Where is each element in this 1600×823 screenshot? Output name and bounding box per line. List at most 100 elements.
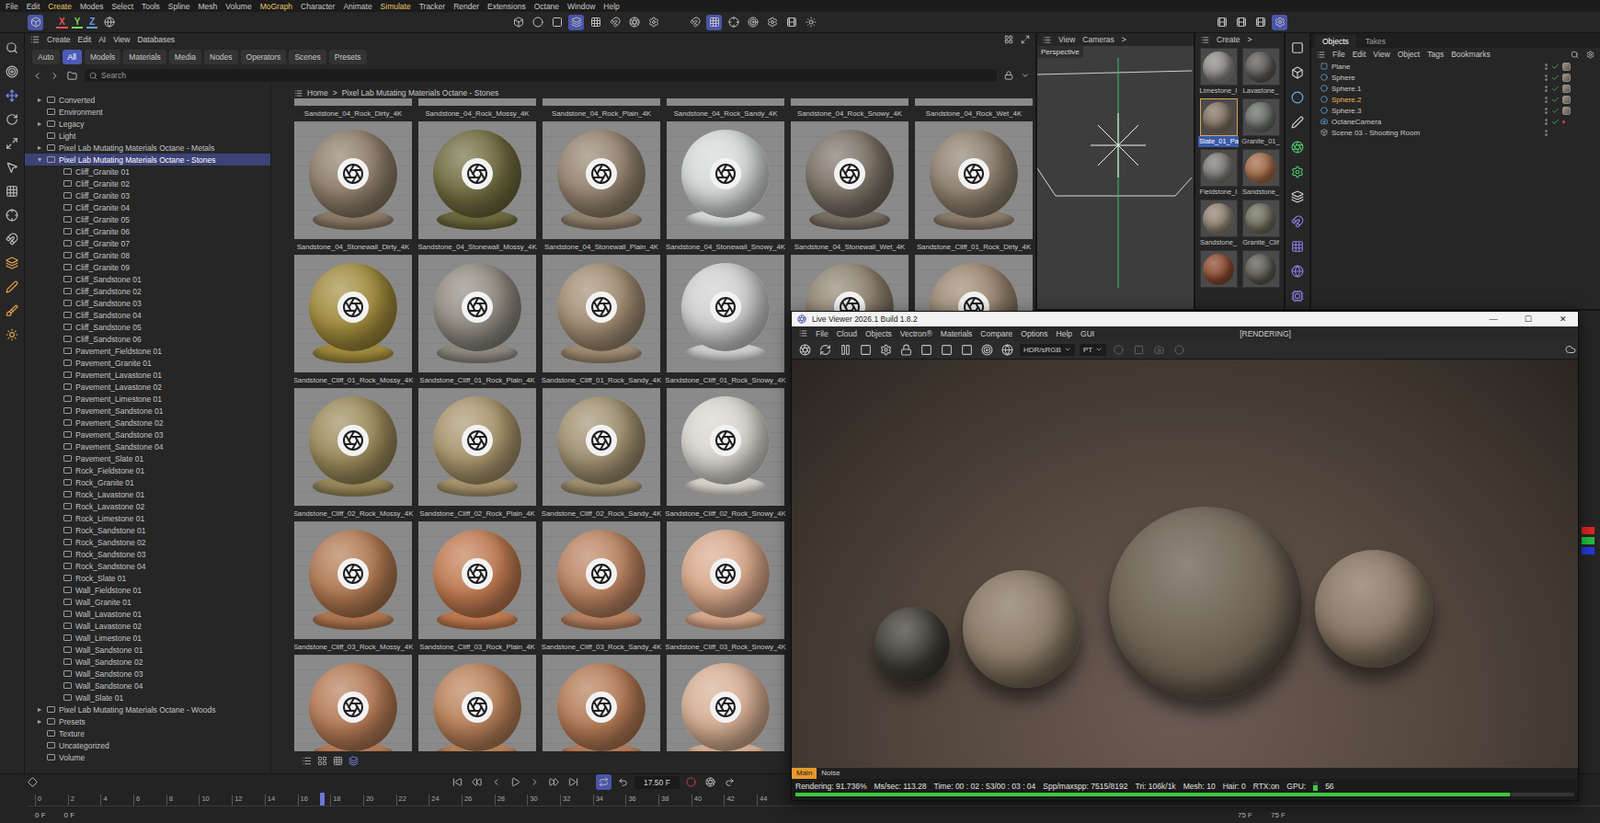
tool-icon[interactable] <box>513 16 525 28</box>
transport-icon[interactable] <box>568 777 579 788</box>
tree-item[interactable]: Wall_Granite 01 <box>24 595 271 608</box>
asset-card[interactable]: Sandstone_Cliff_01_Rock_Mossy_4K <box>294 254 412 389</box>
snap-icon[interactable] <box>689 16 701 28</box>
camera-tag-dot[interactable] <box>1562 120 1566 124</box>
tool-icon[interactable] <box>609 16 621 28</box>
menu-item[interactable]: Options <box>1020 329 1048 339</box>
auto-key-button[interactable] <box>702 774 719 790</box>
menu-item[interactable]: Edit <box>26 1 41 12</box>
tree-item[interactable]: Pavement_Granite 01 <box>24 356 271 369</box>
menu-item[interactable]: Bookmarks <box>1451 49 1491 59</box>
lock-icon[interactable] <box>1004 70 1014 80</box>
viewport-canvas[interactable]: Perspective <box>1037 45 1194 309</box>
menu-item[interactable]: AI <box>98 34 106 45</box>
tree-item[interactable]: Texture <box>24 727 271 740</box>
tool-button[interactable] <box>2 134 22 153</box>
transport-button[interactable] <box>488 774 504 790</box>
transport-button[interactable] <box>507 774 524 790</box>
viewer-tool-button[interactable] <box>1171 342 1188 358</box>
viewer-tool-icon[interactable] <box>1001 343 1014 356</box>
asset-card[interactable]: Sandstone_Cliff_01_Rock_Dirty_4K <box>914 121 1033 255</box>
snap-icon[interactable] <box>728 16 740 28</box>
tool-button[interactable] <box>2 62 22 81</box>
asset-card[interactable]: Sandstone_04_Rock_Plain_4K <box>542 98 661 122</box>
create-icon[interactable] <box>1291 240 1304 253</box>
tool-icon[interactable] <box>5 160 19 174</box>
menu-item[interactable]: > <box>1247 34 1253 45</box>
snap-icon[interactable] <box>766 16 778 28</box>
snap-icon[interactable] <box>805 16 817 28</box>
tree-item[interactable]: Cliff_Sandstone 02 <box>24 285 271 298</box>
menu-icon[interactable] <box>1042 35 1052 45</box>
tree-item[interactable]: Pavement_Lavastone 02 <box>24 380 271 393</box>
menu-item[interactable]: Window <box>567 1 595 12</box>
filter-tab[interactable]: Scenes <box>288 49 326 65</box>
create-button[interactable] <box>1288 162 1307 182</box>
forward-icon[interactable] <box>49 70 60 81</box>
tool-button[interactable] <box>764 14 780 31</box>
tree-item[interactable]: Cliff_Sandstone 05 <box>24 320 271 333</box>
viewer-tool-icon[interactable] <box>900 343 913 356</box>
asset-card[interactable]: Sandstone_Cliff_03_Rock_Sandy_4K <box>542 521 661 655</box>
snap-icon[interactable] <box>747 16 759 28</box>
viewer-dropdown[interactable]: HDR/sRGB <box>1019 343 1075 356</box>
transport-button[interactable] <box>615 774 631 790</box>
loop-button[interactable] <box>595 774 612 790</box>
menu-item[interactable]: Compare <box>980 329 1013 339</box>
material-item[interactable] <box>1241 250 1280 299</box>
menu-item[interactable]: Cameras <box>1082 34 1114 45</box>
tree-item[interactable]: ▸Presets <box>24 715 271 728</box>
create-icon[interactable] <box>1291 140 1304 154</box>
menu-item[interactable]: Create <box>47 1 72 12</box>
frame-field[interactable]: 17.50 F <box>634 776 680 789</box>
transport-icon[interactable] <box>471 777 482 788</box>
viewer-tool-button[interactable] <box>1151 342 1167 358</box>
undo-icon[interactable] <box>617 777 629 788</box>
filter-tab[interactable]: Models <box>84 49 121 65</box>
tool-button[interactable] <box>568 14 584 31</box>
asset-card[interactable] <box>666 654 785 752</box>
tree-item[interactable]: Uncategorized <box>24 739 271 752</box>
asset-card[interactable] <box>418 654 537 752</box>
model-mode-icon[interactable] <box>30 16 42 28</box>
viewer-tool-icon[interactable] <box>940 343 953 356</box>
menu-item[interactable]: Extensions <box>487 1 526 12</box>
viewer-tool-button[interactable] <box>959 342 975 358</box>
viewer-tool-icon[interactable] <box>920 343 933 356</box>
material-item[interactable]: Fieldstone_I <box>1199 148 1238 198</box>
tool-button[interactable] <box>645 14 662 31</box>
key-icon[interactable] <box>724 777 735 788</box>
enabled-check-icon[interactable] <box>1551 95 1560 104</box>
object-row[interactable]: OctaneCamera <box>1311 115 1600 127</box>
tool-button[interactable] <box>529 14 546 31</box>
axis-toggle[interactable]: Z <box>86 16 98 29</box>
tree-item[interactable]: ▸Pixel Lab Mutating Materials Octane - M… <box>24 141 271 154</box>
render-icon[interactable] <box>1274 16 1286 28</box>
viewer-tool-button[interactable] <box>979 342 995 358</box>
render-dot[interactable] <box>1544 111 1548 115</box>
create-button[interactable] <box>1288 187 1307 206</box>
layout-icon[interactable] <box>1004 34 1014 45</box>
editor-dot[interactable] <box>1544 63 1548 67</box>
material-item[interactable]: Lavastone_ <box>1241 47 1280 97</box>
menu-item[interactable]: Tags <box>1427 49 1444 59</box>
tree-item[interactable]: Wall_Lavastone 01 <box>24 607 271 620</box>
tool-icon[interactable] <box>5 113 19 126</box>
tool-button[interactable] <box>510 14 526 31</box>
panel-tab[interactable]: Takes <box>1358 34 1394 48</box>
tool-button[interactable] <box>2 277 22 297</box>
render-button[interactable] <box>1213 14 1230 31</box>
tree-item[interactable]: Wall_Fieldstone 01 <box>24 583 271 596</box>
menu-item[interactable]: Volume <box>225 1 252 12</box>
viewer-tool-button[interactable] <box>898 342 915 358</box>
playhead[interactable] <box>320 792 325 806</box>
tree-item[interactable]: Cliff_Granite 08 <box>24 249 271 262</box>
menu-item[interactable]: Object <box>1397 49 1421 59</box>
tool-button[interactable] <box>101 14 117 31</box>
key-button[interactable] <box>721 774 738 790</box>
viewer-tool-icon[interactable] <box>1154 344 1165 355</box>
tree-item[interactable]: Rock_Lavastone 02 <box>24 500 271 513</box>
menu-item[interactable]: Help <box>603 1 619 12</box>
viewer-tool-icon[interactable] <box>1174 344 1185 355</box>
material-item[interactable]: Granite_01_ <box>1241 98 1280 148</box>
